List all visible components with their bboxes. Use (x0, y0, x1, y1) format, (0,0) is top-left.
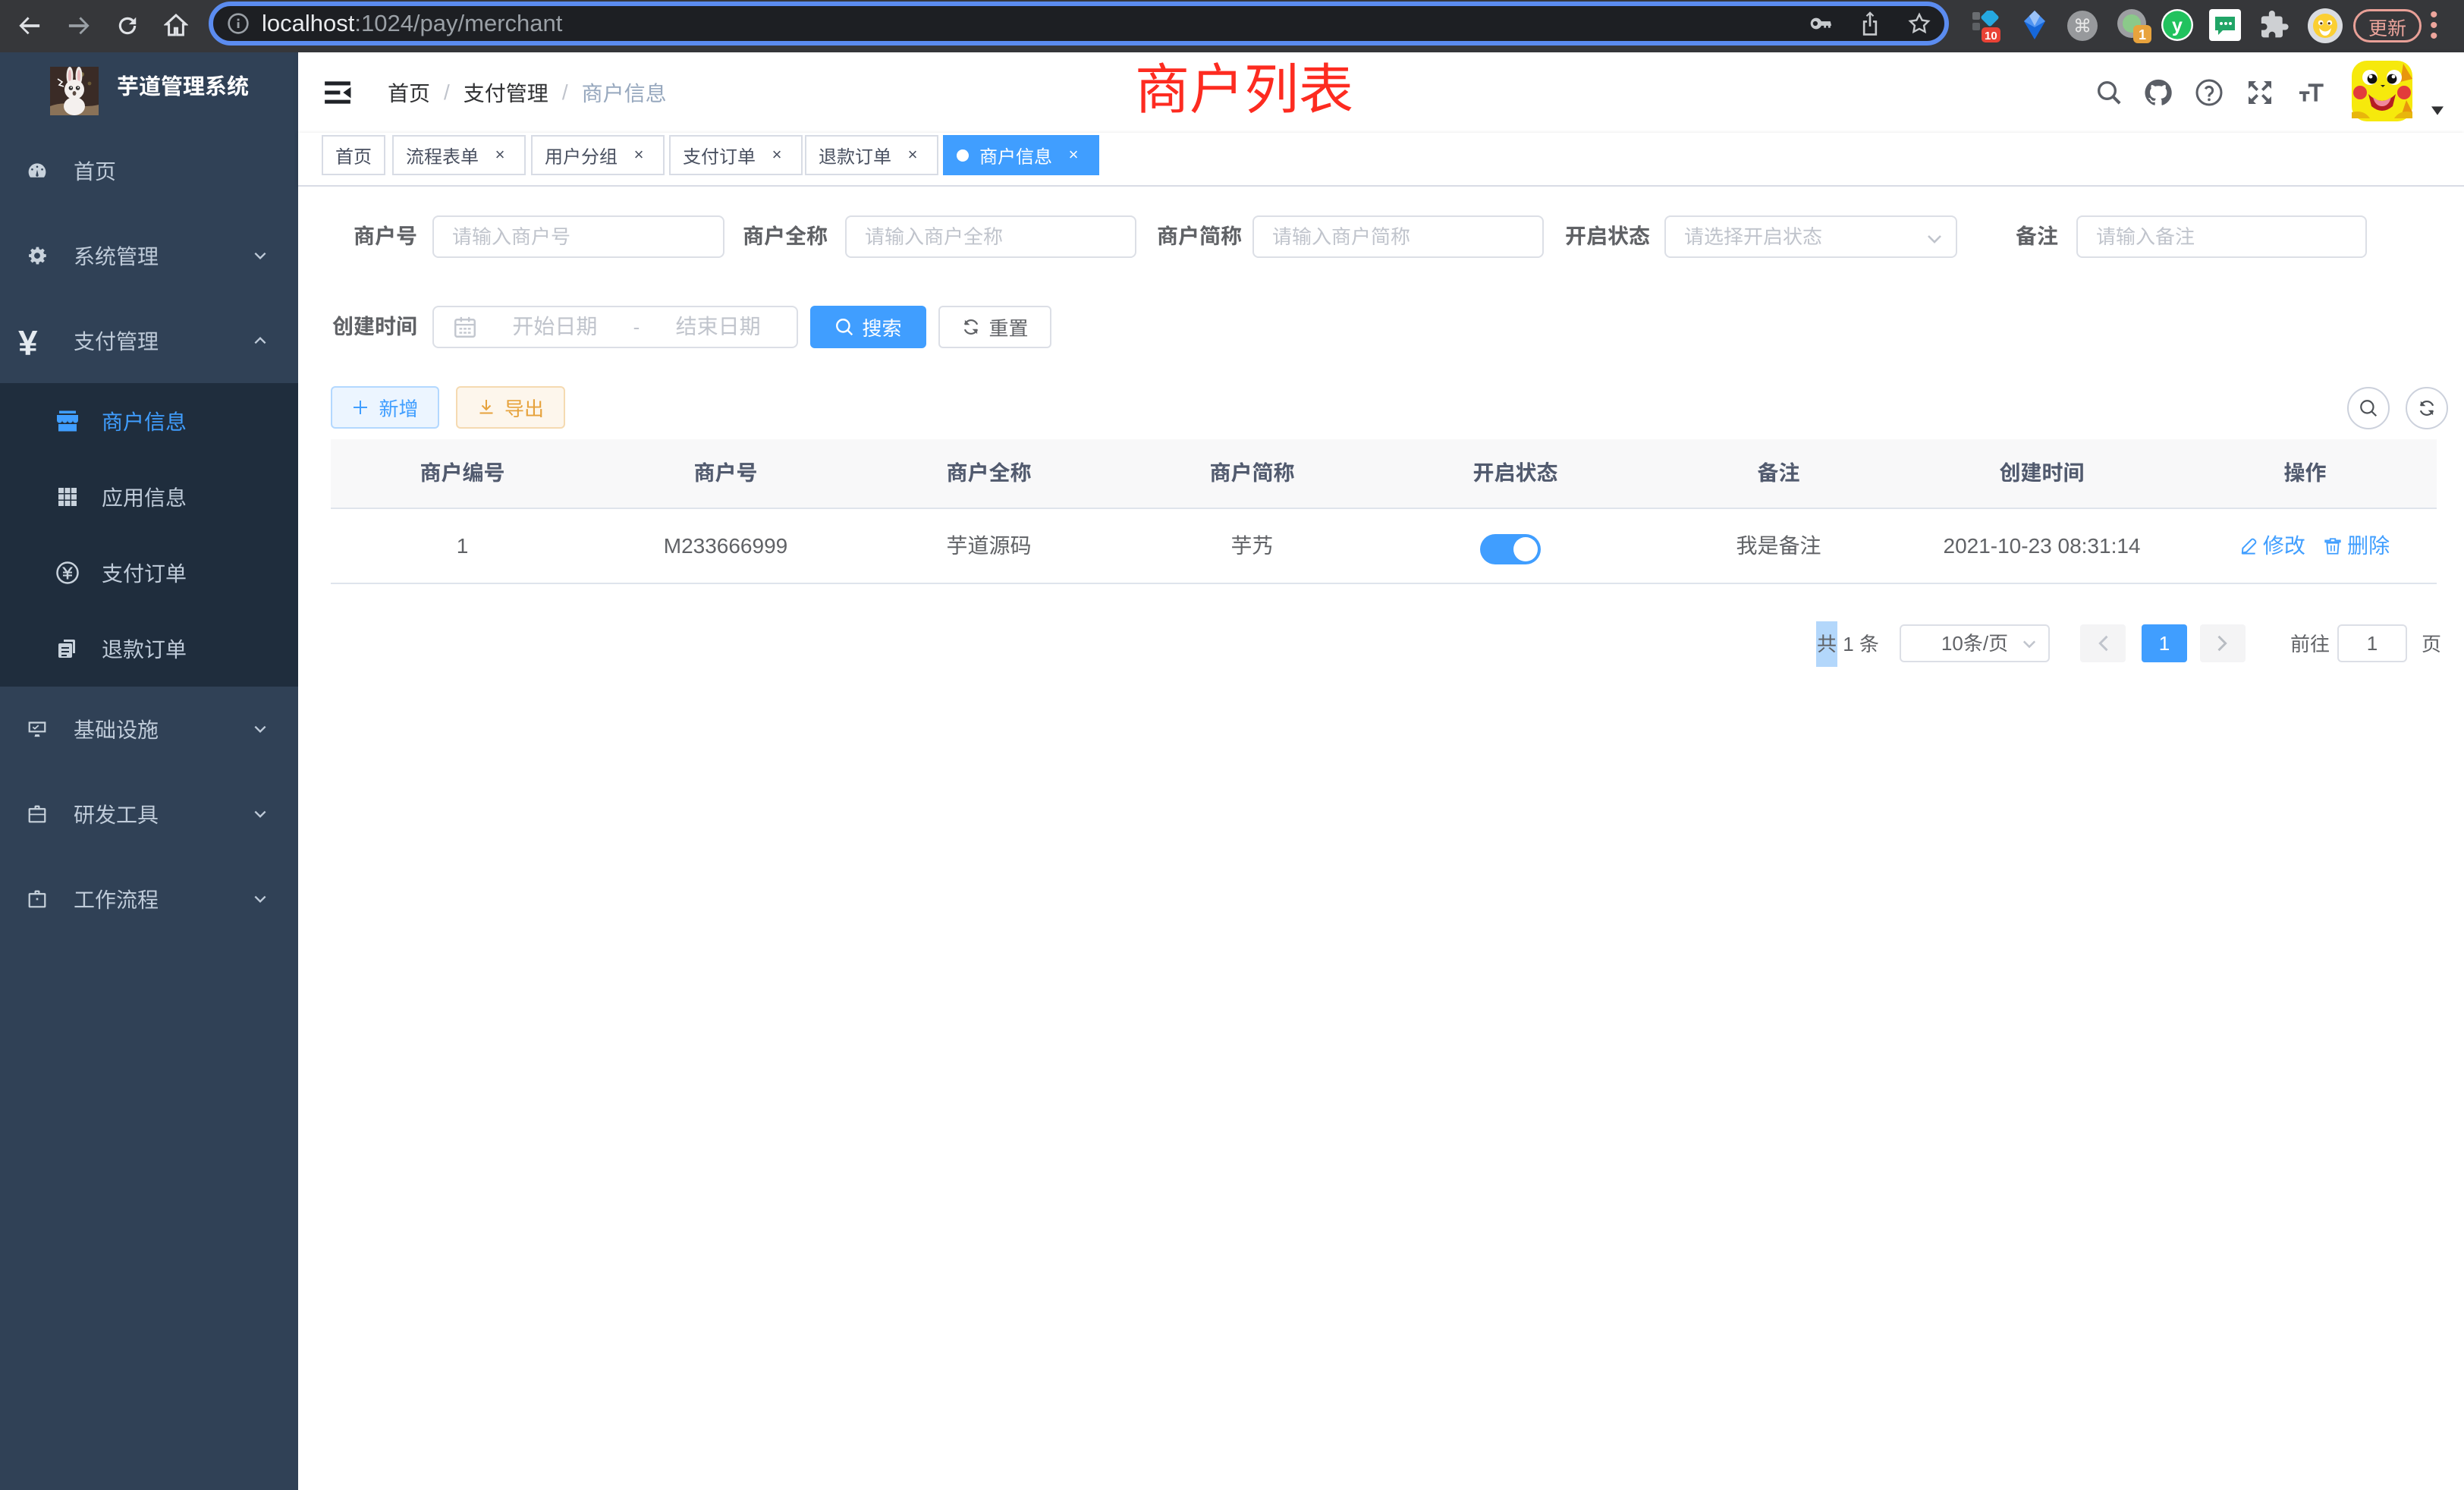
svg-text:10: 10 (1985, 30, 1997, 42)
svg-text:⌘: ⌘ (2073, 17, 2092, 37)
svg-text:y: y (2172, 15, 2183, 36)
svg-text:1: 1 (2139, 27, 2146, 42)
